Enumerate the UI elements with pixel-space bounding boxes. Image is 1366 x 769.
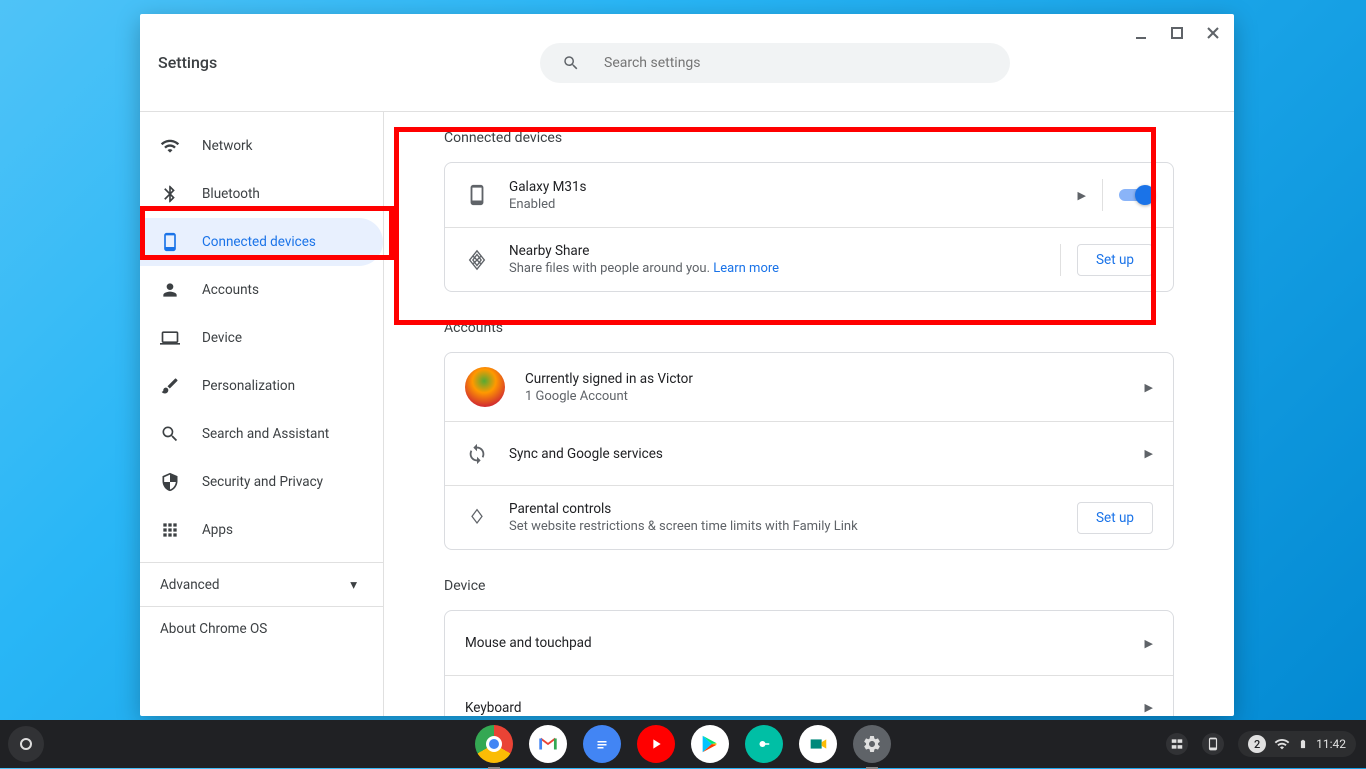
search-icon (160, 424, 180, 444)
person-icon (160, 280, 180, 300)
sidebar-item-apps[interactable]: Apps (140, 506, 383, 554)
sidebar-advanced[interactable]: Advanced ▾ (140, 562, 383, 606)
sidebar-item-label: Search and Assistant (202, 426, 329, 442)
status-tray[interactable]: 2 11:42 (1166, 731, 1356, 757)
sync-row[interactable]: Sync and Google services ▶ (445, 421, 1173, 485)
battery-icon (1298, 736, 1308, 752)
sidebar-item-label: Network (202, 138, 252, 154)
connected-devices-card: Galaxy M31s Enabled ▶ Nearby Share Share… (444, 162, 1174, 292)
shelf-chrome[interactable] (475, 725, 513, 763)
nearby-subtitle: Share files with people around you. Lear… (509, 261, 1040, 276)
parental-setup-button[interactable]: Set up (1077, 502, 1153, 534)
shelf-play-store[interactable] (691, 725, 729, 763)
sidebar-item-label: Accounts (202, 282, 259, 298)
sidebar-item-bluetooth[interactable]: Bluetooth (140, 170, 383, 218)
shelf-app-teal[interactable] (745, 725, 783, 763)
section-title-accounts: Accounts (444, 320, 1174, 336)
header: Settings (140, 14, 1234, 112)
device-card: Mouse and touchpad ▶ Keyboard ▶ (444, 610, 1174, 716)
apps-icon (160, 520, 180, 540)
shelf-meet[interactable] (799, 725, 837, 763)
sidebar-item-label: Security and Privacy (202, 474, 323, 490)
bluetooth-icon (160, 184, 180, 204)
notification-badge[interactable]: 2 (1248, 735, 1266, 753)
parental-subtitle: Set website restrictions & screen time l… (509, 519, 1057, 534)
nearby-learn-more-link[interactable]: Learn more (713, 261, 779, 276)
sidebar-item-label: Apps (202, 522, 233, 538)
chevron-right-icon: ▶ (1145, 637, 1153, 650)
chevron-right-icon: ▶ (1145, 701, 1153, 714)
nearby-title: Nearby Share (509, 243, 1040, 259)
sidebar-item-connected-devices[interactable]: Connected devices (140, 218, 383, 266)
sidebar-item-label: Personalization (202, 378, 295, 394)
accounts-card: Currently signed in as Victor 1 Google A… (444, 352, 1174, 550)
sidebar-item-personalization[interactable]: Personalization (140, 362, 383, 410)
parental-title: Parental controls (509, 501, 1057, 517)
nearby-setup-button[interactable]: Set up (1077, 244, 1153, 276)
sidebar: Network Bluetooth Connected devices Acco… (140, 112, 384, 716)
shelf-settings[interactable] (853, 725, 891, 763)
nearby-share-icon (465, 248, 489, 272)
shield-icon (160, 472, 180, 492)
parental-controls-row: Parental controls Set website restrictio… (445, 485, 1173, 549)
sidebar-item-accounts[interactable]: Accounts (140, 266, 383, 314)
wifi-icon (160, 136, 180, 156)
sidebar-item-security-privacy[interactable]: Security and Privacy (140, 458, 383, 506)
kite-icon (465, 506, 489, 530)
chevron-right-icon: ▶ (1078, 189, 1086, 202)
search-icon (562, 54, 580, 72)
sidebar-about[interactable]: About Chrome OS (140, 606, 383, 650)
sidebar-item-label: Device (202, 330, 242, 346)
shelf-docs[interactable] (583, 725, 621, 763)
phone-icon (160, 232, 180, 252)
mouse-touchpad-row[interactable]: Mouse and touchpad ▶ (445, 611, 1173, 675)
signed-in-title: Currently signed in as Victor (525, 371, 1125, 387)
sidebar-item-search-assistant[interactable]: Search and Assistant (140, 410, 383, 458)
phone-icon (465, 183, 489, 207)
search-input[interactable] (604, 55, 988, 71)
phone-toggle[interactable] (1119, 185, 1153, 205)
clock: 11:42 (1316, 737, 1346, 751)
sidebar-item-device[interactable]: Device (140, 314, 383, 362)
row-title: Mouse and touchpad (465, 635, 1125, 651)
phone-status: Enabled (509, 197, 1058, 212)
close-button[interactable] (1204, 24, 1222, 42)
chevron-right-icon: ▶ (1145, 447, 1153, 460)
section-title-connected-devices: Connected devices (444, 130, 1174, 146)
nearby-share-row: Nearby Share Share files with people aro… (445, 227, 1173, 291)
sync-title: Sync and Google services (509, 446, 1125, 462)
connected-phone-row[interactable]: Galaxy M31s Enabled ▶ (445, 163, 1173, 227)
settings-window: Settings Network Bluetooth Connected dev… (140, 14, 1234, 716)
tray-overview-icon[interactable] (1166, 733, 1188, 755)
content: Connected devices Galaxy M31s Enabled ▶ (384, 112, 1234, 716)
laptop-icon (160, 328, 180, 348)
sidebar-item-label: Connected devices (202, 234, 316, 250)
maximize-button[interactable] (1168, 24, 1186, 42)
sidebar-item-network[interactable]: Network (140, 122, 383, 170)
phone-name: Galaxy M31s (509, 179, 1058, 195)
shelf-youtube[interactable] (637, 725, 675, 763)
search-bar[interactable] (540, 43, 1010, 83)
sidebar-item-label: Bluetooth (202, 186, 260, 202)
wifi-icon (1274, 736, 1290, 752)
sync-icon (465, 442, 489, 466)
signed-in-subtitle: 1 Google Account (525, 389, 1125, 404)
minimize-button[interactable] (1132, 24, 1150, 42)
avatar (465, 367, 505, 407)
brush-icon (160, 376, 180, 396)
tray-phone-icon[interactable] (1202, 733, 1224, 755)
signed-in-row[interactable]: Currently signed in as Victor 1 Google A… (445, 353, 1173, 421)
row-title: Keyboard (465, 700, 1125, 716)
shelf-gmail[interactable] (529, 725, 567, 763)
app-title: Settings (158, 53, 217, 72)
keyboard-row[interactable]: Keyboard ▶ (445, 675, 1173, 716)
window-controls (1132, 24, 1222, 42)
chevron-down-icon: ▾ (350, 577, 357, 593)
section-title-device: Device (444, 578, 1174, 594)
shelf: 2 11:42 (0, 720, 1366, 768)
chevron-right-icon: ▶ (1145, 381, 1153, 394)
launcher-button[interactable] (8, 726, 44, 762)
